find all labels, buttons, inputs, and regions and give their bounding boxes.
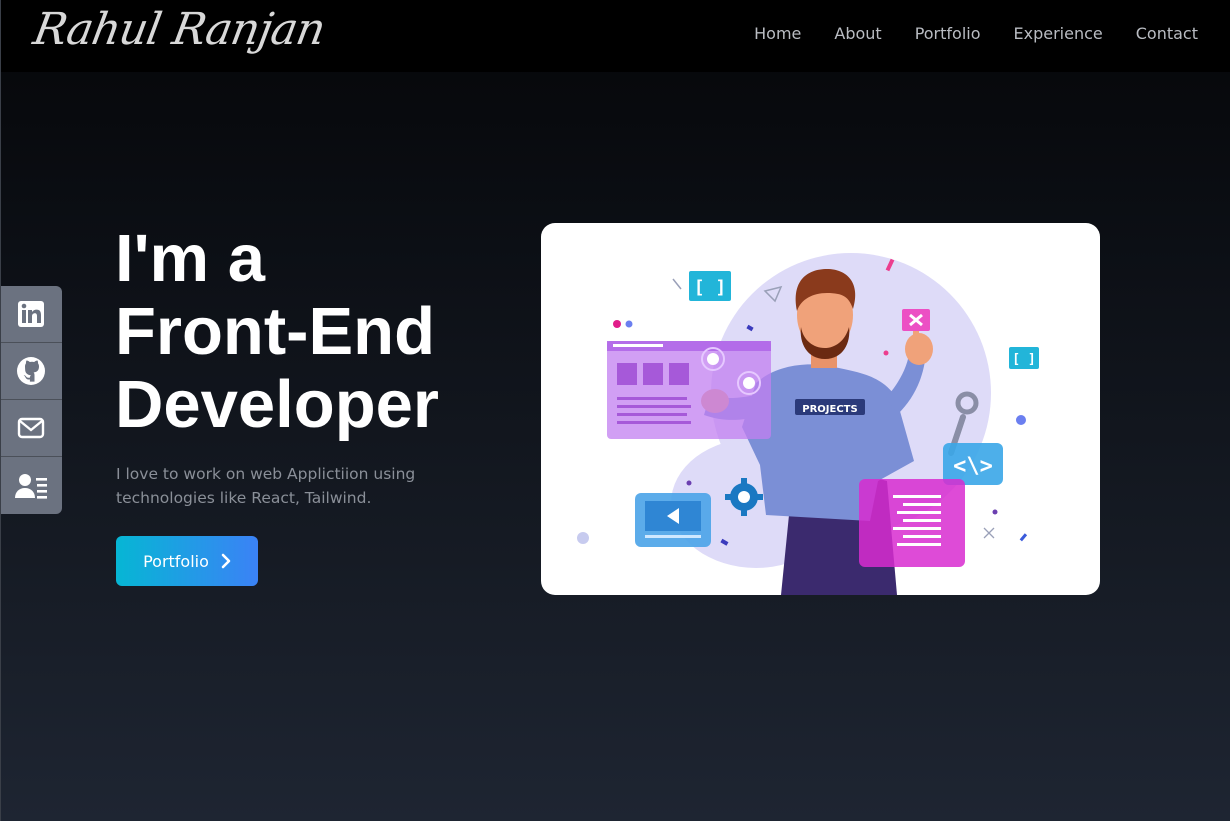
mail-icon [17,417,45,439]
social-links [0,286,62,514]
svg-text:[ ]: [ ] [1012,352,1035,367]
hero-title-line: I'm a [115,221,265,296]
hero-illustration: [ ] [ ] PROJECTS <\> [541,223,1100,595]
svg-text:[ ]: [ ] [694,277,727,298]
developer-illustration: [ ] [ ] PROJECTS <\> [577,253,1039,595]
hero-title-line: Front-End [115,294,436,369]
svg-text:<\>: <\> [953,454,993,479]
hero-title-line: Developer [115,367,439,442]
github-link[interactable] [0,343,62,400]
nav-about[interactable]: About [834,24,881,43]
resume-link[interactable] [0,457,62,514]
nav-portfolio[interactable]: Portfolio [915,24,981,43]
portfolio-button[interactable]: Portfolio [116,536,258,586]
mail-link[interactable] [0,400,62,457]
resume-icon [15,473,47,499]
hero-subtitle: I love to work on web Applictiion using … [116,465,416,507]
nav-home[interactable]: Home [754,24,801,43]
linkedin-link[interactable] [0,286,62,343]
portfolio-button-label: Portfolio [143,551,209,571]
projects-badge-text: PROJECTS [802,404,857,415]
github-icon [17,357,45,385]
hero-title: I'm a Front-End Developer [115,222,535,441]
navbar: Rahul Ranjan Home About Portfolio Experi… [0,0,1230,72]
brand-logo[interactable]: Rahul Ranjan [30,4,329,55]
nav-experience[interactable]: Experience [1014,24,1103,43]
nav-contact[interactable]: Contact [1136,24,1198,43]
nav-links: Home About Portfolio Experience Contact [754,24,1198,43]
linkedin-icon [18,301,44,327]
chevron-right-icon [221,553,231,569]
